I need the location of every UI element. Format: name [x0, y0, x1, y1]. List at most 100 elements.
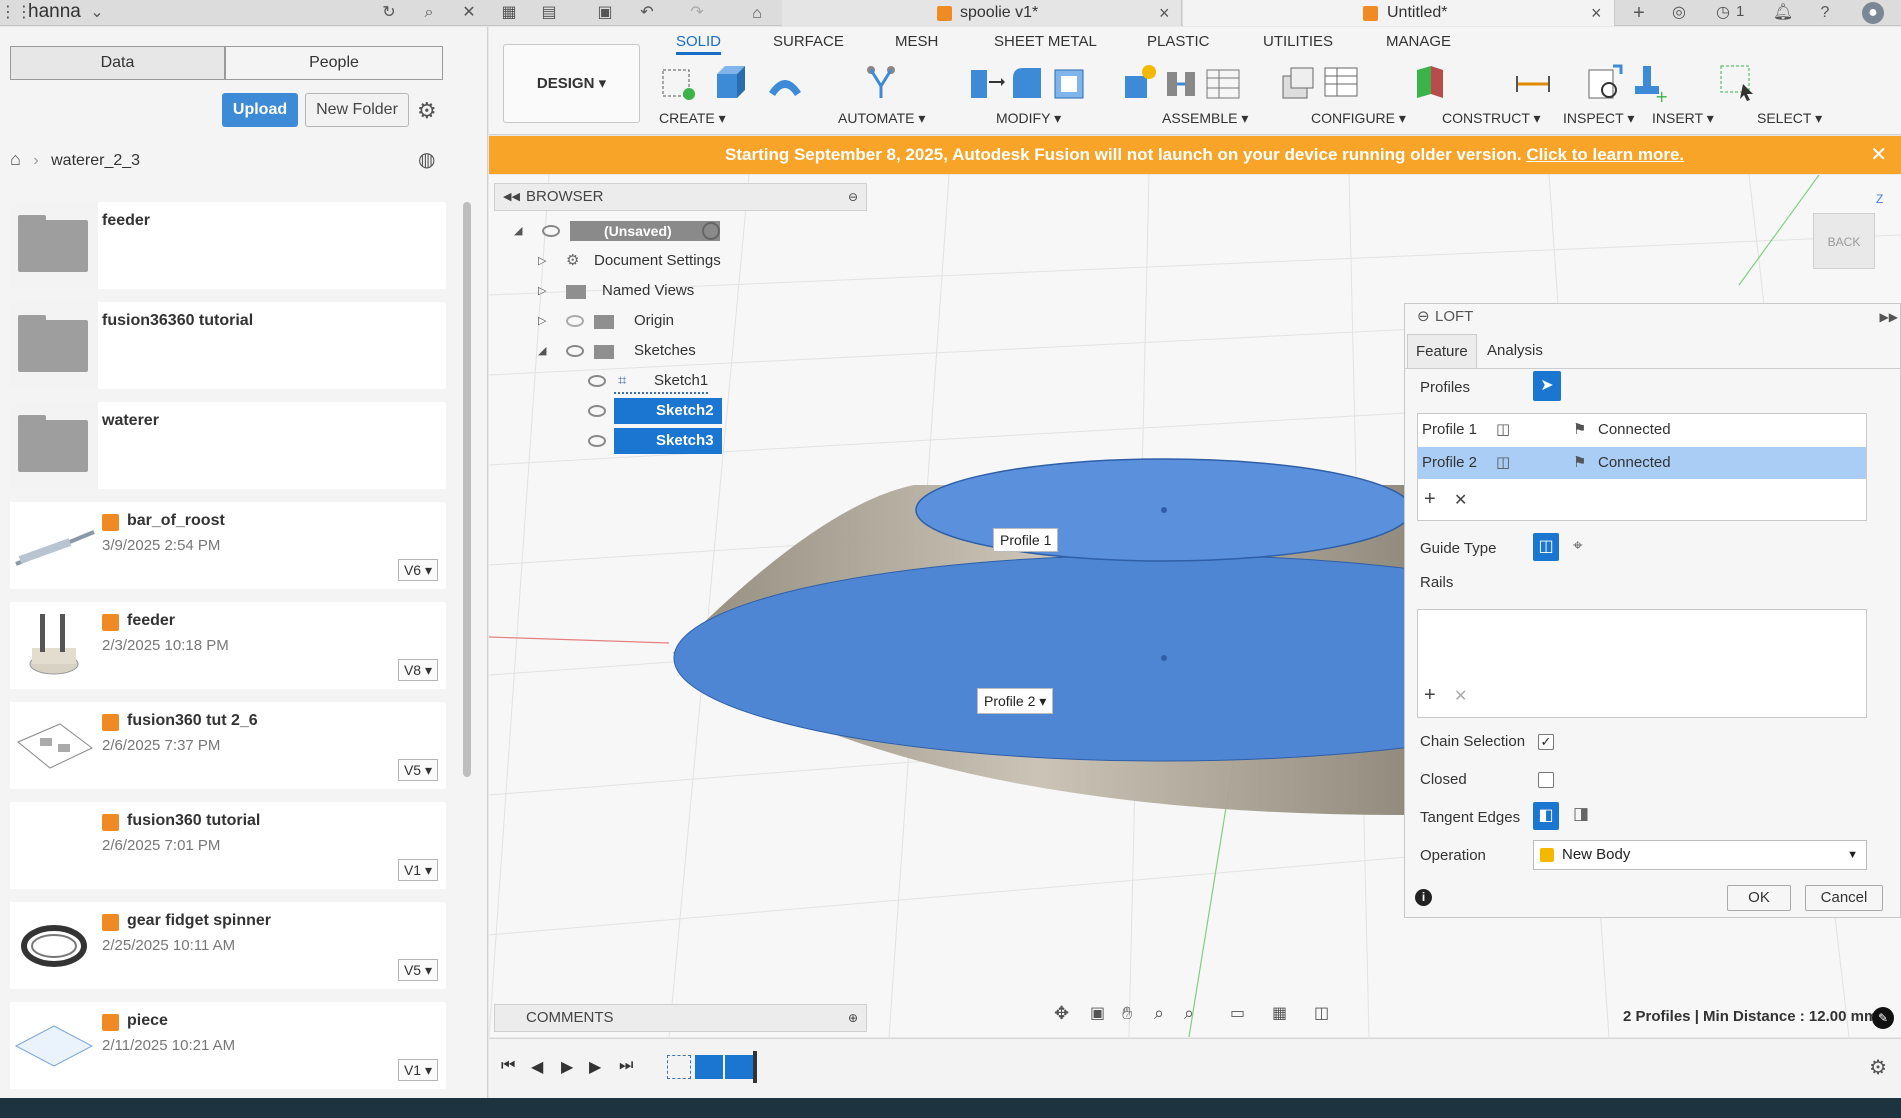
- visibility-icon[interactable]: [588, 405, 606, 417]
- version-badge[interactable]: V8 ▾: [398, 659, 438, 681]
- close-icon[interactable]: ✕: [1870, 136, 1887, 174]
- expand-icon[interactable]: ◢: [514, 218, 522, 244]
- fit-icon[interactable]: ⌕: [1184, 1003, 1194, 1024]
- look-at-icon[interactable]: ▣: [1090, 1003, 1105, 1023]
- ok-button[interactable]: OK: [1727, 885, 1791, 911]
- create-sketch-icon[interactable]: [659, 62, 699, 102]
- viewcube[interactable]: BACK: [1813, 213, 1875, 269]
- list-item[interactable]: waterer: [10, 402, 446, 489]
- upload-button[interactable]: Upload: [222, 93, 298, 127]
- close-tab-icon[interactable]: ×: [1159, 0, 1170, 26]
- info-icon[interactable]: i: [1415, 889, 1432, 906]
- expand-icon[interactable]: ◢: [538, 338, 546, 364]
- list-item[interactable]: fusion36360 tutorial: [10, 302, 446, 389]
- first-step-icon[interactable]: ⏮: [501, 1057, 515, 1075]
- cancel-button[interactable]: Cancel: [1805, 885, 1883, 911]
- group-inspect[interactable]: INSPECT ▾: [1563, 110, 1634, 127]
- tab-spoolie[interactable]: spoolie v1* ×: [782, 0, 1182, 26]
- extensions-icon[interactable]: ◎: [1668, 2, 1690, 24]
- expand-panel-icon[interactable]: ▶▶: [1880, 304, 1898, 330]
- group-select[interactable]: SELECT ▾: [1757, 110, 1822, 127]
- tab-plastic[interactable]: PLASTIC: [1147, 33, 1210, 50]
- configure-icon[interactable]: [1277, 62, 1317, 102]
- gear-icon[interactable]: ⚙: [417, 98, 437, 124]
- refresh-icon[interactable]: ↻: [378, 2, 400, 24]
- group-create[interactable]: CREATE ▾: [659, 110, 726, 127]
- as-built-joint-icon[interactable]: [1203, 62, 1243, 102]
- new-component-icon[interactable]: [1119, 62, 1159, 102]
- job-status-icon[interactable]: ◷: [1712, 2, 1734, 24]
- data-panel-grid-icon[interactable]: ▦: [498, 2, 520, 24]
- timeline-sketch3[interactable]: [725, 1055, 753, 1079]
- list-item[interactable]: gear fidget spinner 2/25/2025 10:11 AM V…: [10, 902, 446, 989]
- add-profile-icon[interactable]: +: [1424, 488, 1436, 511]
- close-icon[interactable]: ✕: [458, 2, 480, 24]
- profile-end-icon[interactable]: ◫: [1496, 414, 1510, 446]
- grid-settings-icon[interactable]: ▦: [1272, 1003, 1287, 1023]
- press-pull-icon[interactable]: [965, 62, 1005, 102]
- profile-row[interactable]: Profile 1 ◫ ⚑ Connected: [1418, 414, 1866, 446]
- timeline-sketch2[interactable]: [695, 1055, 723, 1079]
- tab-manage[interactable]: MANAGE: [1386, 33, 1451, 50]
- add-comment-icon[interactable]: ⊕: [848, 1005, 858, 1031]
- closed-checkbox[interactable]: [1538, 772, 1554, 788]
- profile-2-label[interactable]: Profile 2 ▾: [977, 688, 1054, 714]
- tab-sheet-metal[interactable]: SHEET METAL: [994, 33, 1097, 50]
- visibility-icon[interactable]: [542, 225, 560, 237]
- file-menu-icon[interactable]: ▤: [538, 2, 560, 24]
- globe-icon[interactable]: ◍: [418, 147, 435, 172]
- tab-untitled[interactable]: Untitled* ×: [1183, 0, 1615, 26]
- tab-feature[interactable]: Feature: [1407, 334, 1477, 368]
- list-item[interactable]: fusion360 tutorial 2/6/2025 7:01 PM V1 ▾: [10, 802, 446, 889]
- timeline-settings-icon[interactable]: ⚙: [1869, 1055, 1887, 1080]
- operation-select[interactable]: New Body ▼: [1533, 840, 1867, 870]
- tab-mesh[interactable]: MESH: [895, 33, 938, 50]
- fillet-icon[interactable]: [1007, 62, 1047, 102]
- list-item[interactable]: bar_of_roost 3/9/2025 2:54 PM V6 ▾: [10, 502, 446, 589]
- notifications-icon[interactable]: 🔔︎: [1772, 2, 1794, 24]
- centerline-icon[interactable]: ⌖: [1573, 536, 1583, 556]
- avatar[interactable]: ●: [1862, 2, 1884, 24]
- revolve-icon[interactable]: [765, 62, 805, 102]
- offset-plane-icon[interactable]: [1409, 62, 1449, 102]
- profile-row[interactable]: Profile 2 ◫ ⚑ Connected: [1418, 447, 1866, 479]
- measure-icon[interactable]: [1513, 62, 1553, 102]
- home-icon[interactable]: ⌂: [746, 3, 768, 25]
- group-configure[interactable]: CONFIGURE ▾: [1311, 110, 1406, 127]
- group-automate[interactable]: AUTOMATE ▾: [838, 110, 925, 127]
- list-item[interactable]: feeder 2/3/2025 10:18 PM V8 ▾: [10, 602, 446, 689]
- tab-utilities[interactable]: UTILITIES: [1263, 33, 1333, 50]
- collapse-icon[interactable]: ⊖: [1417, 304, 1430, 330]
- orbit-icon[interactable]: ✥: [1054, 1003, 1069, 1024]
- joint-icon[interactable]: [1161, 62, 1201, 102]
- remove-profile-icon[interactable]: ✕: [1454, 490, 1467, 510]
- configuration-table-icon[interactable]: [1321, 62, 1361, 102]
- tab-solid[interactable]: SOLID: [676, 33, 722, 55]
- user-name[interactable]: hanna: [28, 1, 81, 23]
- timeline-marker[interactable]: [753, 1051, 757, 1083]
- tab-surface[interactable]: SURFACE: [773, 33, 844, 50]
- version-badge[interactable]: V5 ▾: [398, 959, 438, 981]
- list-item[interactable]: piece 2/11/2025 10:21 AM V1 ▾: [10, 1002, 446, 1089]
- profile-1-label[interactable]: Profile 1: [993, 528, 1059, 552]
- tab-analysis[interactable]: Analysis: [1479, 334, 1551, 368]
- profiles-select-button[interactable]: ➤: [1533, 371, 1561, 401]
- workspace-switcher[interactable]: DESIGN ▾: [503, 44, 640, 123]
- extrude-icon[interactable]: [711, 62, 751, 102]
- version-badge[interactable]: V1 ▾: [398, 859, 438, 881]
- app-grid-icon[interactable]: ⋮⋮: [0, 2, 32, 24]
- scrollbar[interactable]: [463, 202, 471, 777]
- next-step-icon[interactable]: ▶: [589, 1057, 601, 1077]
- version-badge[interactable]: V5 ▾: [398, 759, 438, 781]
- help-icon[interactable]: ?: [1814, 2, 1836, 24]
- insert-derive-icon[interactable]: [1585, 62, 1625, 102]
- group-insert[interactable]: INSERT ▾: [1652, 110, 1714, 127]
- save-icon[interactable]: ▣: [594, 2, 616, 24]
- list-item[interactable]: feeder: [10, 202, 446, 289]
- expand-icon[interactable]: ▷: [538, 248, 546, 274]
- feedback-icon[interactable]: ✎: [1872, 1007, 1894, 1029]
- insert-mcmaster-icon[interactable]: +: [1629, 62, 1669, 102]
- redo-icon[interactable]: ↷: [686, 2, 708, 24]
- guide-rails-icon[interactable]: ◫: [1533, 533, 1559, 561]
- select-window-icon[interactable]: [1717, 62, 1757, 102]
